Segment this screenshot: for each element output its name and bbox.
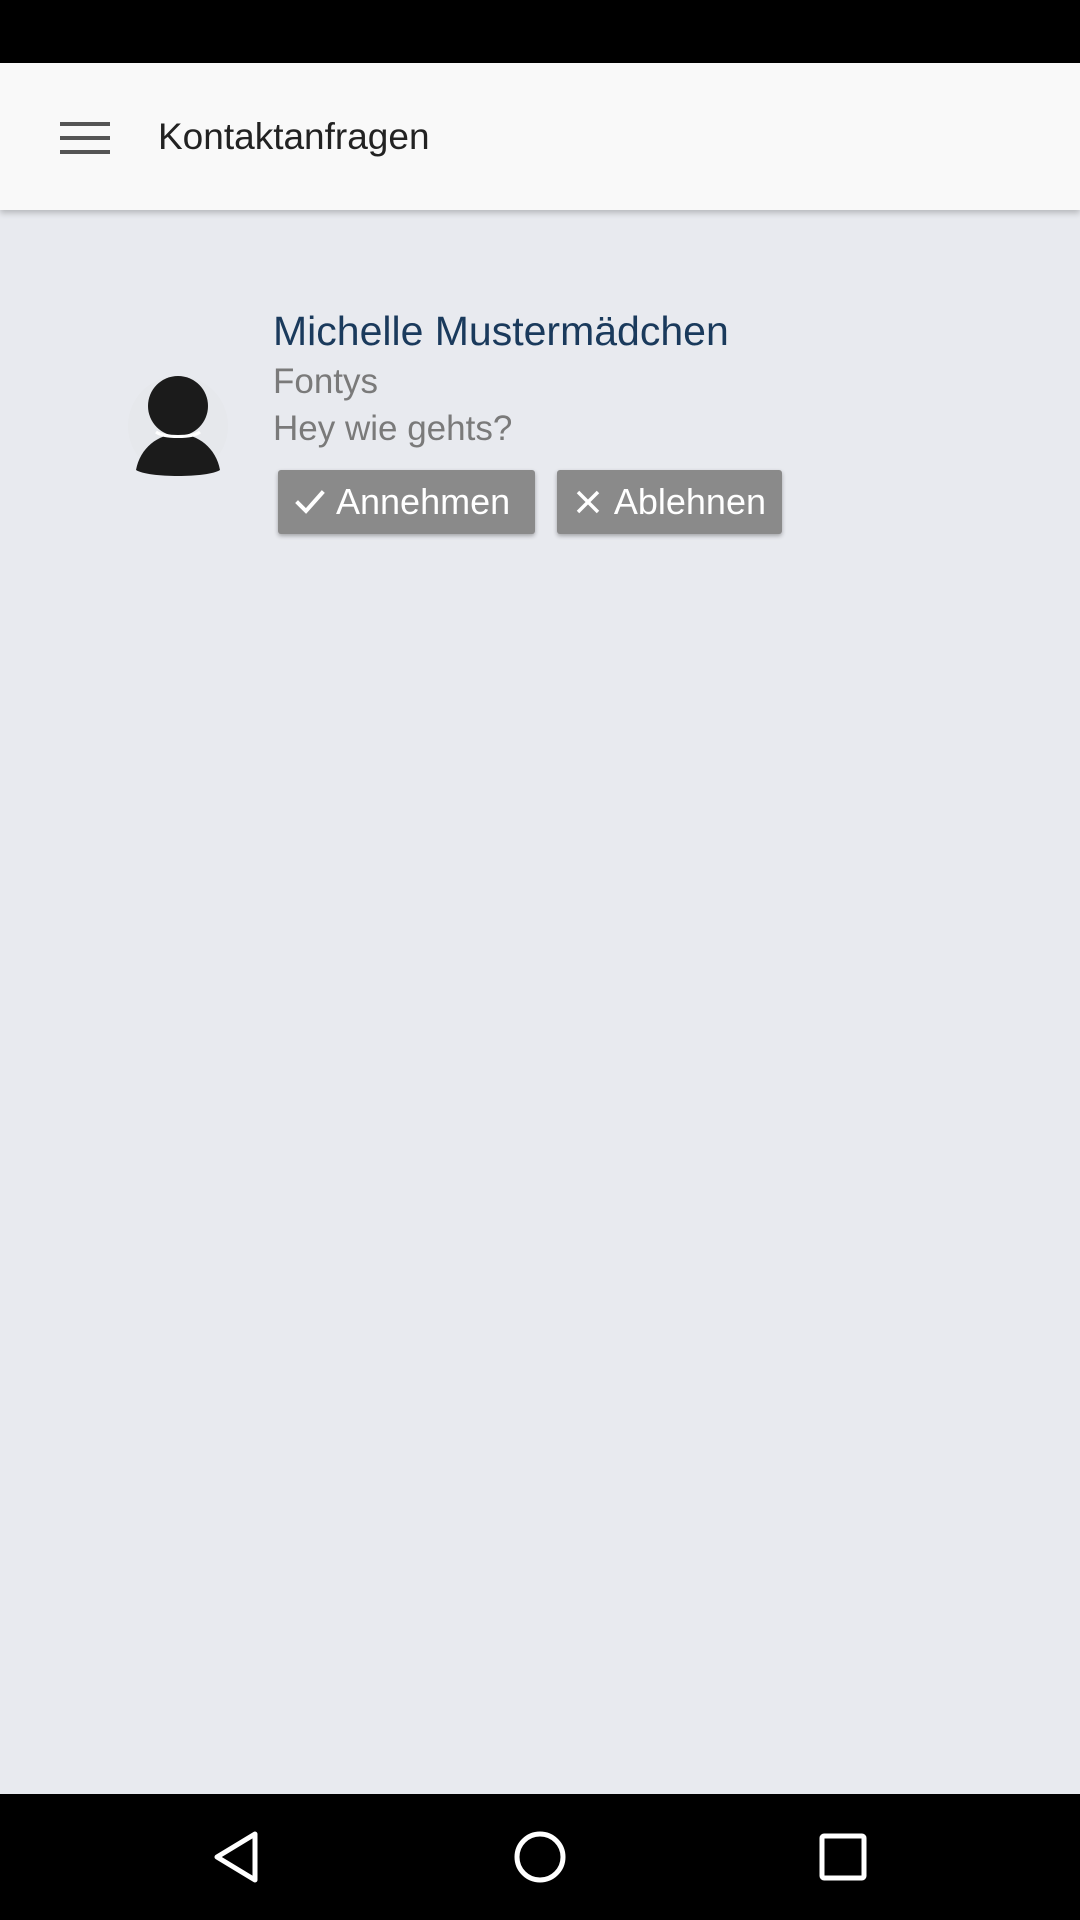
check-icon <box>294 486 326 518</box>
app-bar: Kontaktanfragen <box>0 63 1080 210</box>
accept-button[interactable]: Annehmen <box>278 470 535 534</box>
hamburger-menu-icon[interactable] <box>40 103 130 173</box>
back-triangle-icon[interactable] <box>177 1794 297 1920</box>
accept-button-label: Annehmen <box>336 481 511 522</box>
contact-name: Michelle Mustermädchen <box>273 308 729 354</box>
decline-button[interactable]: Ablehnen <box>557 470 782 534</box>
list-item: Michelle Mustermädchen Fontys Hey wie ge… <box>0 210 1080 550</box>
contact-organization: Fontys <box>273 362 379 401</box>
decline-button-label: Ablehnen <box>613 481 766 522</box>
contact-request-list: Michelle Mustermädchen Fontys Hey wie ge… <box>0 210 1080 1794</box>
person-silhouette-icon <box>128 374 228 478</box>
contact-message: Hey wie gehts? <box>273 409 513 448</box>
home-circle-icon[interactable] <box>480 1794 600 1920</box>
close-icon <box>573 486 604 518</box>
page-title: Kontaktanfragen <box>158 116 430 157</box>
recents-square-icon[interactable] <box>783 1794 903 1920</box>
system-navigation-bar <box>0 1794 1080 1920</box>
status-bar <box>0 0 1080 63</box>
